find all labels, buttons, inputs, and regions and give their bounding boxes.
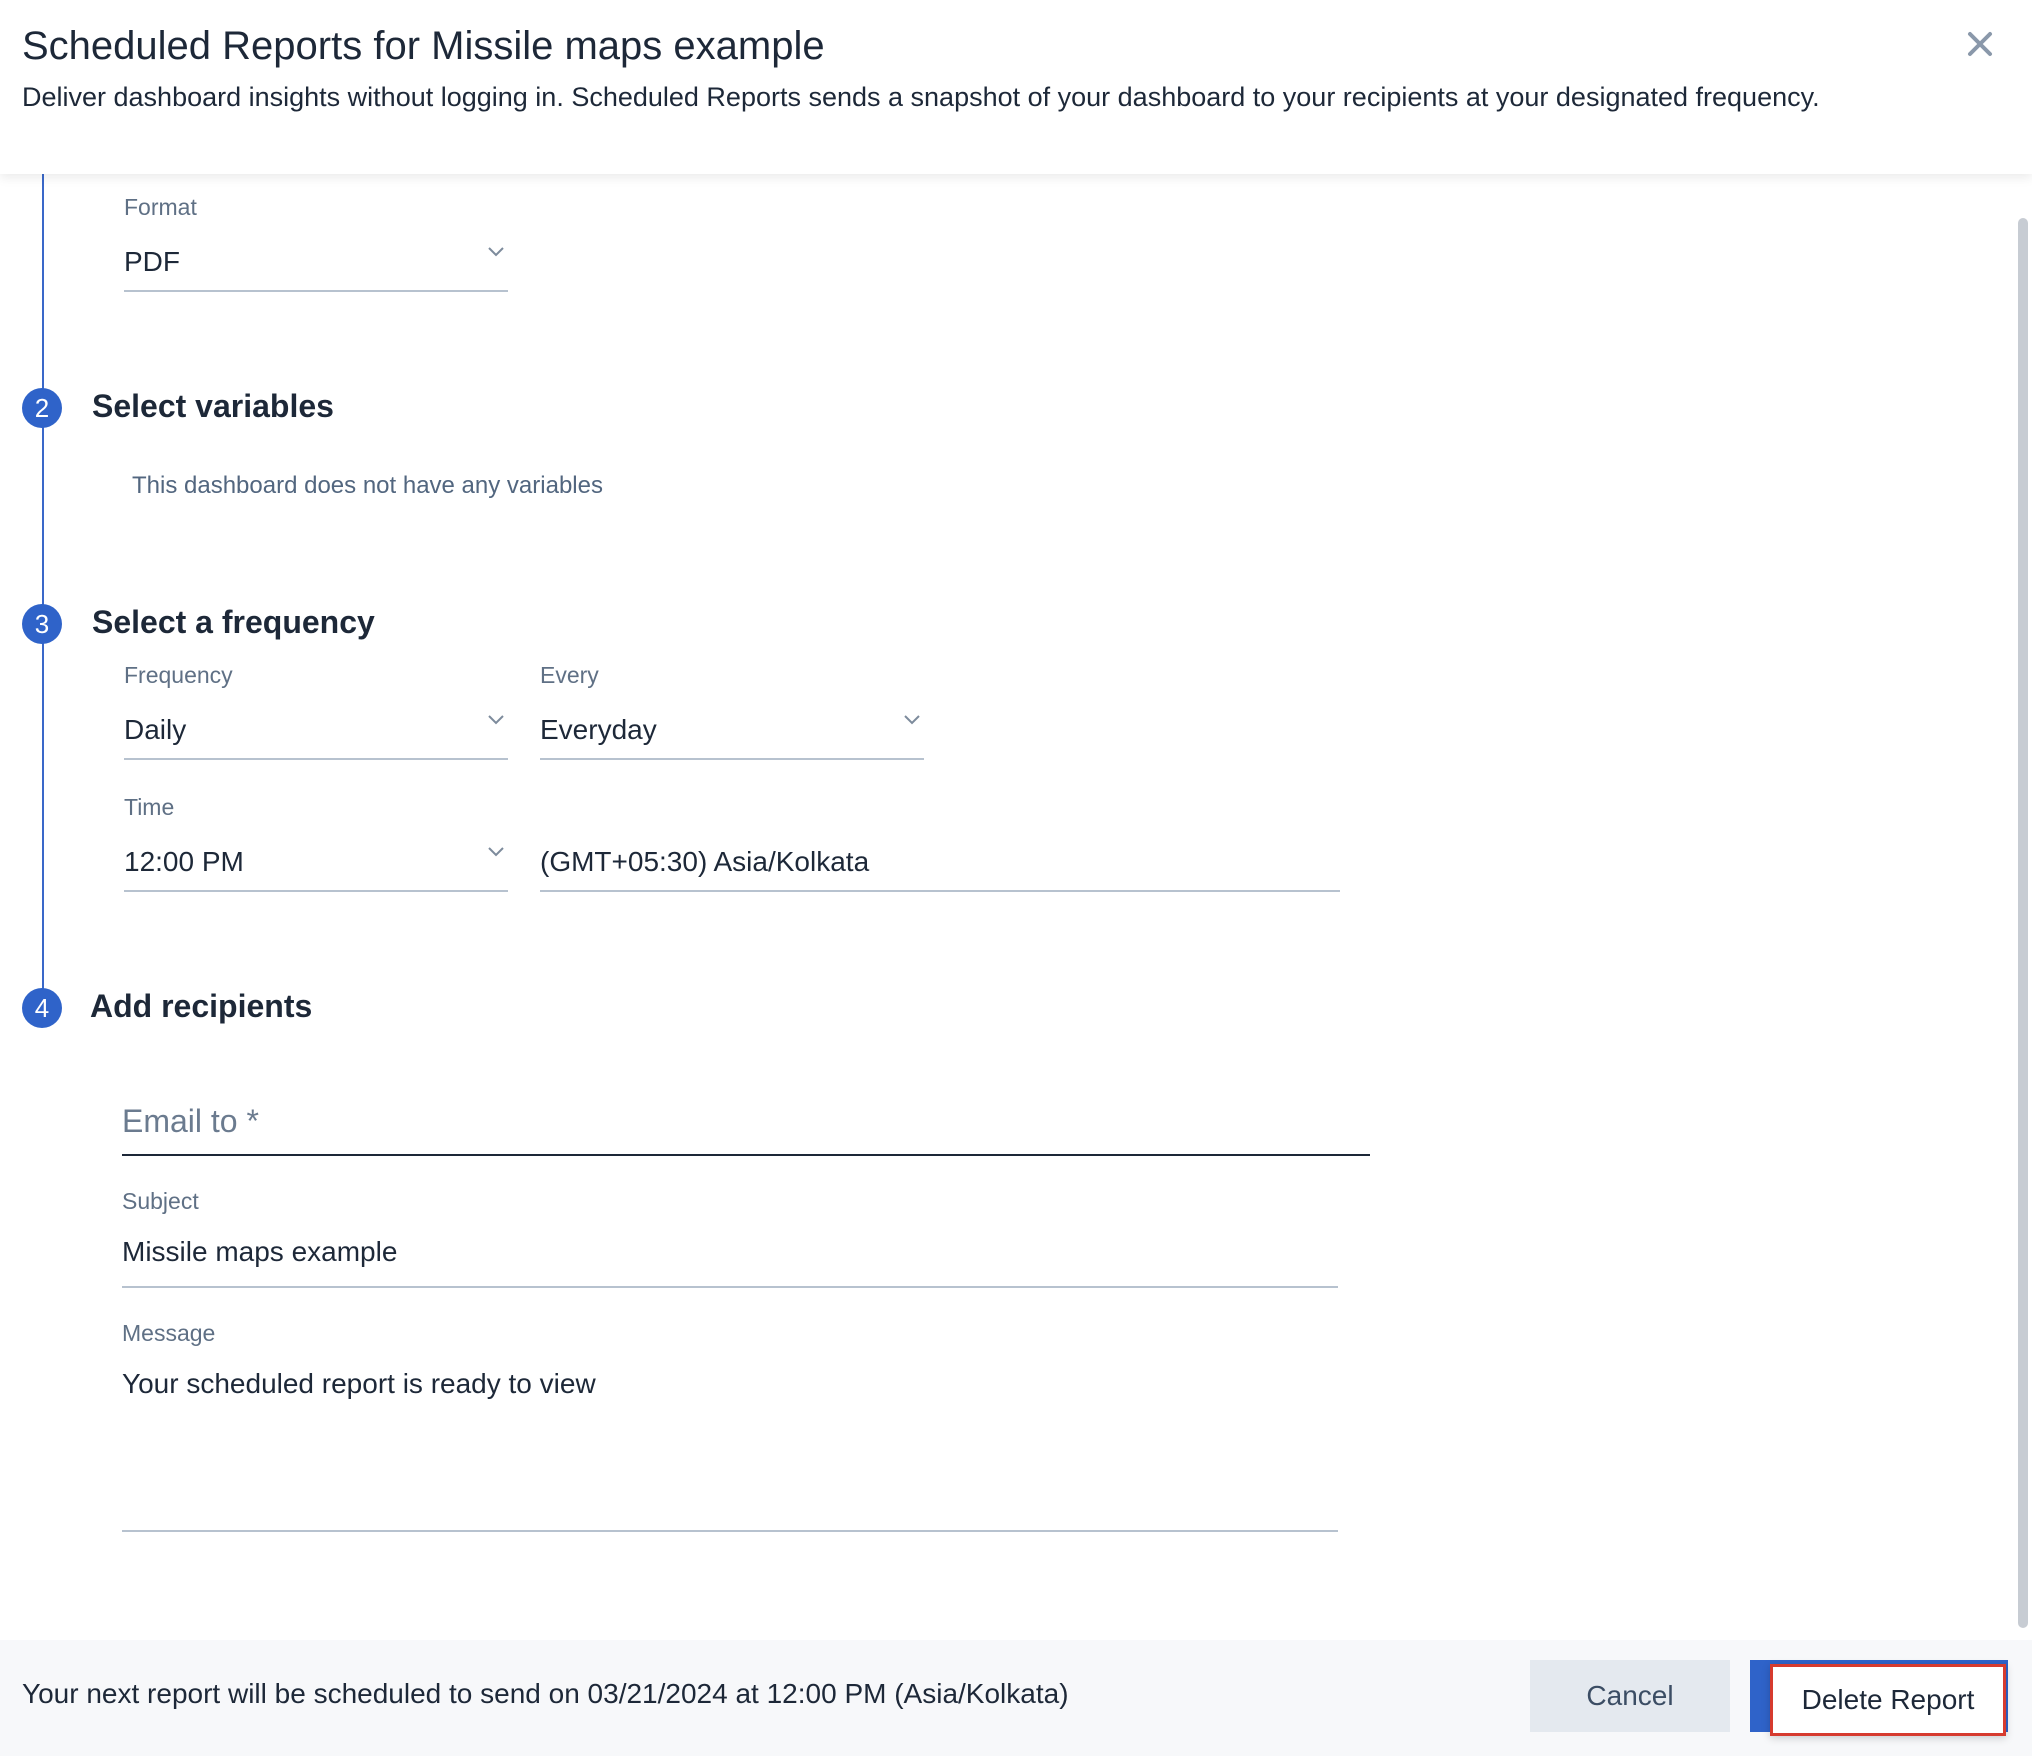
modal-footer: Your next report will be scheduled to se…	[0, 1640, 2032, 1756]
scheduled-reports-modal: Scheduled Reports for Missile maps examp…	[0, 0, 2032, 1756]
subject-label: Subject	[122, 1188, 199, 1214]
frequency-select[interactable]: Daily	[124, 700, 508, 760]
timezone-value: (GMT+05:30) Asia/Kolkata	[540, 846, 870, 877]
modal-header: Scheduled Reports for Missile maps examp…	[0, 0, 2032, 174]
step-2-title: Select variables	[92, 388, 334, 424]
email-to-input[interactable]	[122, 1054, 1370, 1156]
time-select[interactable]: 12:00 PM	[124, 832, 508, 892]
chevron-down-icon	[488, 847, 504, 857]
time-label: Time	[124, 794, 175, 820]
step-3-badge: 3	[22, 604, 62, 644]
every-select[interactable]: Everyday	[540, 700, 924, 760]
step-4-title: Add recipients	[90, 988, 313, 1024]
chevron-down-icon	[488, 715, 504, 725]
close-icon	[1968, 32, 1992, 56]
close-button[interactable]	[1962, 26, 1998, 62]
format-value: PDF	[124, 246, 180, 277]
subject-value: Missile maps example	[122, 1236, 398, 1267]
modal-subtitle: Deliver dashboard insights without loggi…	[22, 82, 1820, 112]
modal-title: Scheduled Reports for Missile maps examp…	[22, 24, 825, 68]
message-textarea[interactable]: Your scheduled report is ready to view	[122, 1356, 1338, 1532]
every-label: Every	[540, 662, 599, 688]
next-report-text: Your next report will be scheduled to se…	[22, 1678, 1069, 1709]
step-3-title: Select a frequency	[92, 604, 375, 640]
time-value: 12:00 PM	[124, 846, 244, 877]
every-value: Everyday	[540, 714, 657, 745]
step-4-badge: 4	[22, 988, 62, 1028]
subject-input[interactable]: Missile maps example	[122, 1224, 1338, 1288]
format-label: Format	[124, 194, 197, 220]
chevron-down-icon	[488, 247, 504, 257]
chevron-down-icon	[904, 715, 920, 725]
delete-report-button[interactable]: Delete Report	[1770, 1664, 2006, 1736]
no-variables-note: This dashboard does not have any variabl…	[132, 472, 603, 499]
step-2-badge: 2	[22, 388, 62, 428]
format-select[interactable]: PDF	[124, 232, 508, 292]
message-value: Your scheduled report is ready to view	[122, 1368, 596, 1399]
message-label: Message	[122, 1320, 216, 1346]
step-progress-line	[42, 174, 44, 1008]
timezone-field: (GMT+05:30) Asia/Kolkata	[540, 832, 1340, 892]
modal-body[interactable]: Format PDF 2 Select variables This dashb…	[0, 174, 2032, 1640]
cancel-button[interactable]: Cancel	[1530, 1660, 1730, 1732]
frequency-value: Daily	[124, 714, 187, 745]
frequency-label: Frequency	[124, 662, 233, 688]
scrollbar[interactable]	[2018, 218, 2028, 1628]
